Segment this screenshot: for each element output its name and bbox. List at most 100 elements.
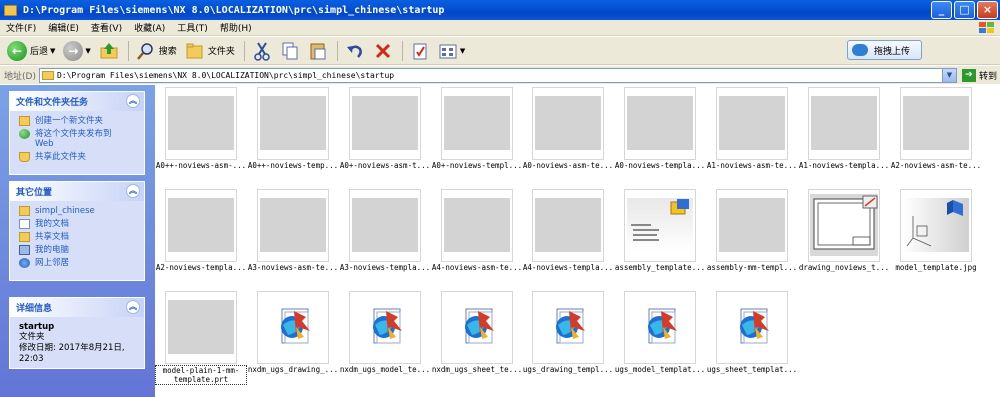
file-item[interactable]: model-plain-1-mm-template.prt [155, 291, 247, 387]
file-name: ugs_model_templat... [614, 365, 706, 374]
address-input[interactable]: D:\Program Files\siemens\NX 8.0\LOCALIZA… [38, 67, 957, 83]
file-item[interactable]: nxdm_ugs_sheet_te... [431, 291, 522, 387]
maximize-button[interactable]: □ [954, 1, 975, 19]
task-share-folder[interactable]: 共享此文件夹 [19, 152, 138, 162]
file-item[interactable]: A1-noviews-asm-te... [706, 87, 797, 183]
chevron-down-icon[interactable]: ▼ [460, 47, 465, 55]
up-button[interactable] [96, 39, 122, 63]
delete-x-icon [375, 43, 390, 58]
file-thumbnail [165, 189, 237, 262]
place-my-documents[interactable]: 我的文档 [19, 219, 138, 229]
file-name: model_template.jpg [895, 263, 977, 272]
globe-icon [19, 129, 30, 139]
file-view: A0++-noviews-asm-... A0++-noviews-temp...… [155, 85, 1000, 397]
detail-modified: 修改日期: 2017年8月21日, 22:03 [19, 343, 125, 364]
network-icon [19, 258, 30, 268]
file-item[interactable]: drawing_noviews_t... [798, 189, 890, 285]
go-label: 转到 [978, 71, 997, 82]
folder-icon [19, 206, 30, 216]
panel-header[interactable]: 详细信息 ︽ [10, 298, 144, 317]
file-item[interactable]: nxdm_ugs_model_te... [339, 291, 431, 387]
file-item[interactable]: ugs_sheet_templat... [706, 291, 797, 387]
chevron-down-icon[interactable]: ▼ [941, 68, 956, 82]
panel-header[interactable]: 其它位置 ︽ [10, 182, 144, 201]
file-item[interactable]: A4-noviews-asm-te... [431, 189, 522, 285]
menu-view[interactable]: 查看(V) [85, 21, 128, 34]
go-button[interactable]: ➔ 转到 [961, 68, 997, 82]
collapse-icon[interactable]: ︽ [126, 300, 140, 314]
file-name: drawing_noviews_t... [798, 263, 890, 272]
task-publish-web[interactable]: 将这个文件夹发布到 Web [19, 129, 138, 149]
menu-edit[interactable]: 编辑(E) [42, 21, 85, 34]
file-item[interactable]: A0++-noviews-temp... [247, 87, 338, 183]
file-name: nxdm_ugs_model_te... [339, 365, 431, 374]
file-thumbnail [165, 87, 237, 160]
file-item[interactable]: ugs_drawing_templ... [522, 291, 614, 387]
file-name: nxdm_ugs_drawing_... [247, 365, 339, 374]
undo-button[interactable] [342, 39, 368, 63]
detail-type: 文件夹 [19, 332, 45, 342]
chevron-down-icon[interactable]: ▼ [85, 47, 90, 55]
file-item[interactable]: A0+-noviews-asm-t... [339, 87, 430, 183]
menu-bar: 文件(F) 编辑(E) 查看(V) 收藏(A) 工具(T) 帮助(H) [0, 20, 1000, 36]
file-item[interactable]: A2-noviews-templa... [155, 189, 247, 285]
file-item[interactable]: A0++-noviews-asm-... [155, 87, 246, 183]
file-thumbnail [441, 87, 513, 160]
menu-tools[interactable]: 工具(T) [171, 21, 214, 34]
place-network[interactable]: 网上邻居 [19, 258, 138, 268]
forward-button[interactable]: → ▼ [60, 39, 93, 63]
file-item[interactable]: A2-noviews-asm-te... [890, 87, 981, 183]
documents-icon [19, 219, 30, 229]
properties-button[interactable] [407, 39, 433, 63]
chevron-down-icon[interactable]: ▼ [50, 47, 55, 55]
search-label: 搜索 [158, 47, 177, 57]
file-item[interactable]: A3-noviews-asm-te... [247, 189, 338, 285]
folders-button[interactable]: 文件夹 [182, 39, 238, 63]
forward-arrow-icon: → [63, 40, 84, 61]
place-shared-documents[interactable]: 共享文档 [19, 232, 138, 242]
task-label: 创建一个新文件夹 [35, 116, 104, 126]
file-thumbnail [349, 87, 421, 160]
file-item[interactable]: A0+-noviews-templ... [431, 87, 522, 183]
search-button[interactable]: 搜索 [133, 39, 180, 63]
file-item[interactable]: A0-noviews-asm-te... [522, 87, 613, 183]
file-item[interactable]: A1-noviews-templa... [798, 87, 889, 183]
window-controls: _ □ × [931, 1, 998, 19]
toolbar-separator [401, 40, 403, 61]
shared-folder-icon [19, 232, 30, 242]
cut-button[interactable] [249, 39, 275, 63]
file-thumbnail [349, 189, 421, 262]
collapse-icon[interactable]: ︽ [126, 94, 140, 108]
panel-header[interactable]: 文件和文件夹任务 ︽ [10, 92, 144, 111]
copy-button[interactable] [277, 39, 303, 63]
collapse-icon[interactable]: ︽ [126, 184, 140, 198]
properties-icon [413, 43, 427, 59]
place-my-computer[interactable]: 我的电脑 [19, 245, 138, 255]
file-item[interactable]: A0-noviews-templa... [614, 87, 705, 183]
task-new-folder[interactable]: 创建一个新文件夹 [19, 116, 138, 126]
file-item[interactable]: assembly-mm-templ... [706, 189, 798, 285]
file-item[interactable]: model_template.jpg [890, 189, 980, 285]
upload-button[interactable]: 拖拽上传 [847, 40, 922, 60]
back-button[interactable]: ← 后退 ▼ [4, 39, 58, 63]
detail-name: startup [19, 322, 55, 332]
file-item[interactable]: nxdm_ugs_drawing_... [247, 291, 339, 387]
file-item[interactable]: A3-noviews-templa... [339, 189, 430, 285]
paste-button[interactable] [305, 39, 331, 63]
file-item[interactable]: A4-noviews-templa... [522, 189, 613, 285]
menu-favorites[interactable]: 收藏(A) [128, 21, 171, 34]
close-button[interactable]: × [977, 1, 998, 19]
file-item[interactable]: assembly_template... [614, 189, 705, 285]
menu-file[interactable]: 文件(F) [0, 21, 42, 34]
file-item[interactable]: ugs_model_templat... [614, 291, 706, 387]
minimize-button[interactable]: _ [931, 1, 952, 19]
place-simpl-chinese[interactable]: simpl_chinese [19, 206, 138, 216]
search-icon [136, 42, 153, 60]
views-button[interactable]: ▼ [435, 39, 468, 63]
delete-button[interactable] [370, 39, 396, 63]
menu-help[interactable]: 帮助(H) [214, 21, 258, 34]
file-name: ugs_drawing_templ... [522, 365, 614, 374]
file-name: assembly-mm-templ... [706, 263, 798, 272]
file-thumbnail [716, 189, 788, 262]
file-name: A2-noviews-templa... [155, 263, 247, 272]
